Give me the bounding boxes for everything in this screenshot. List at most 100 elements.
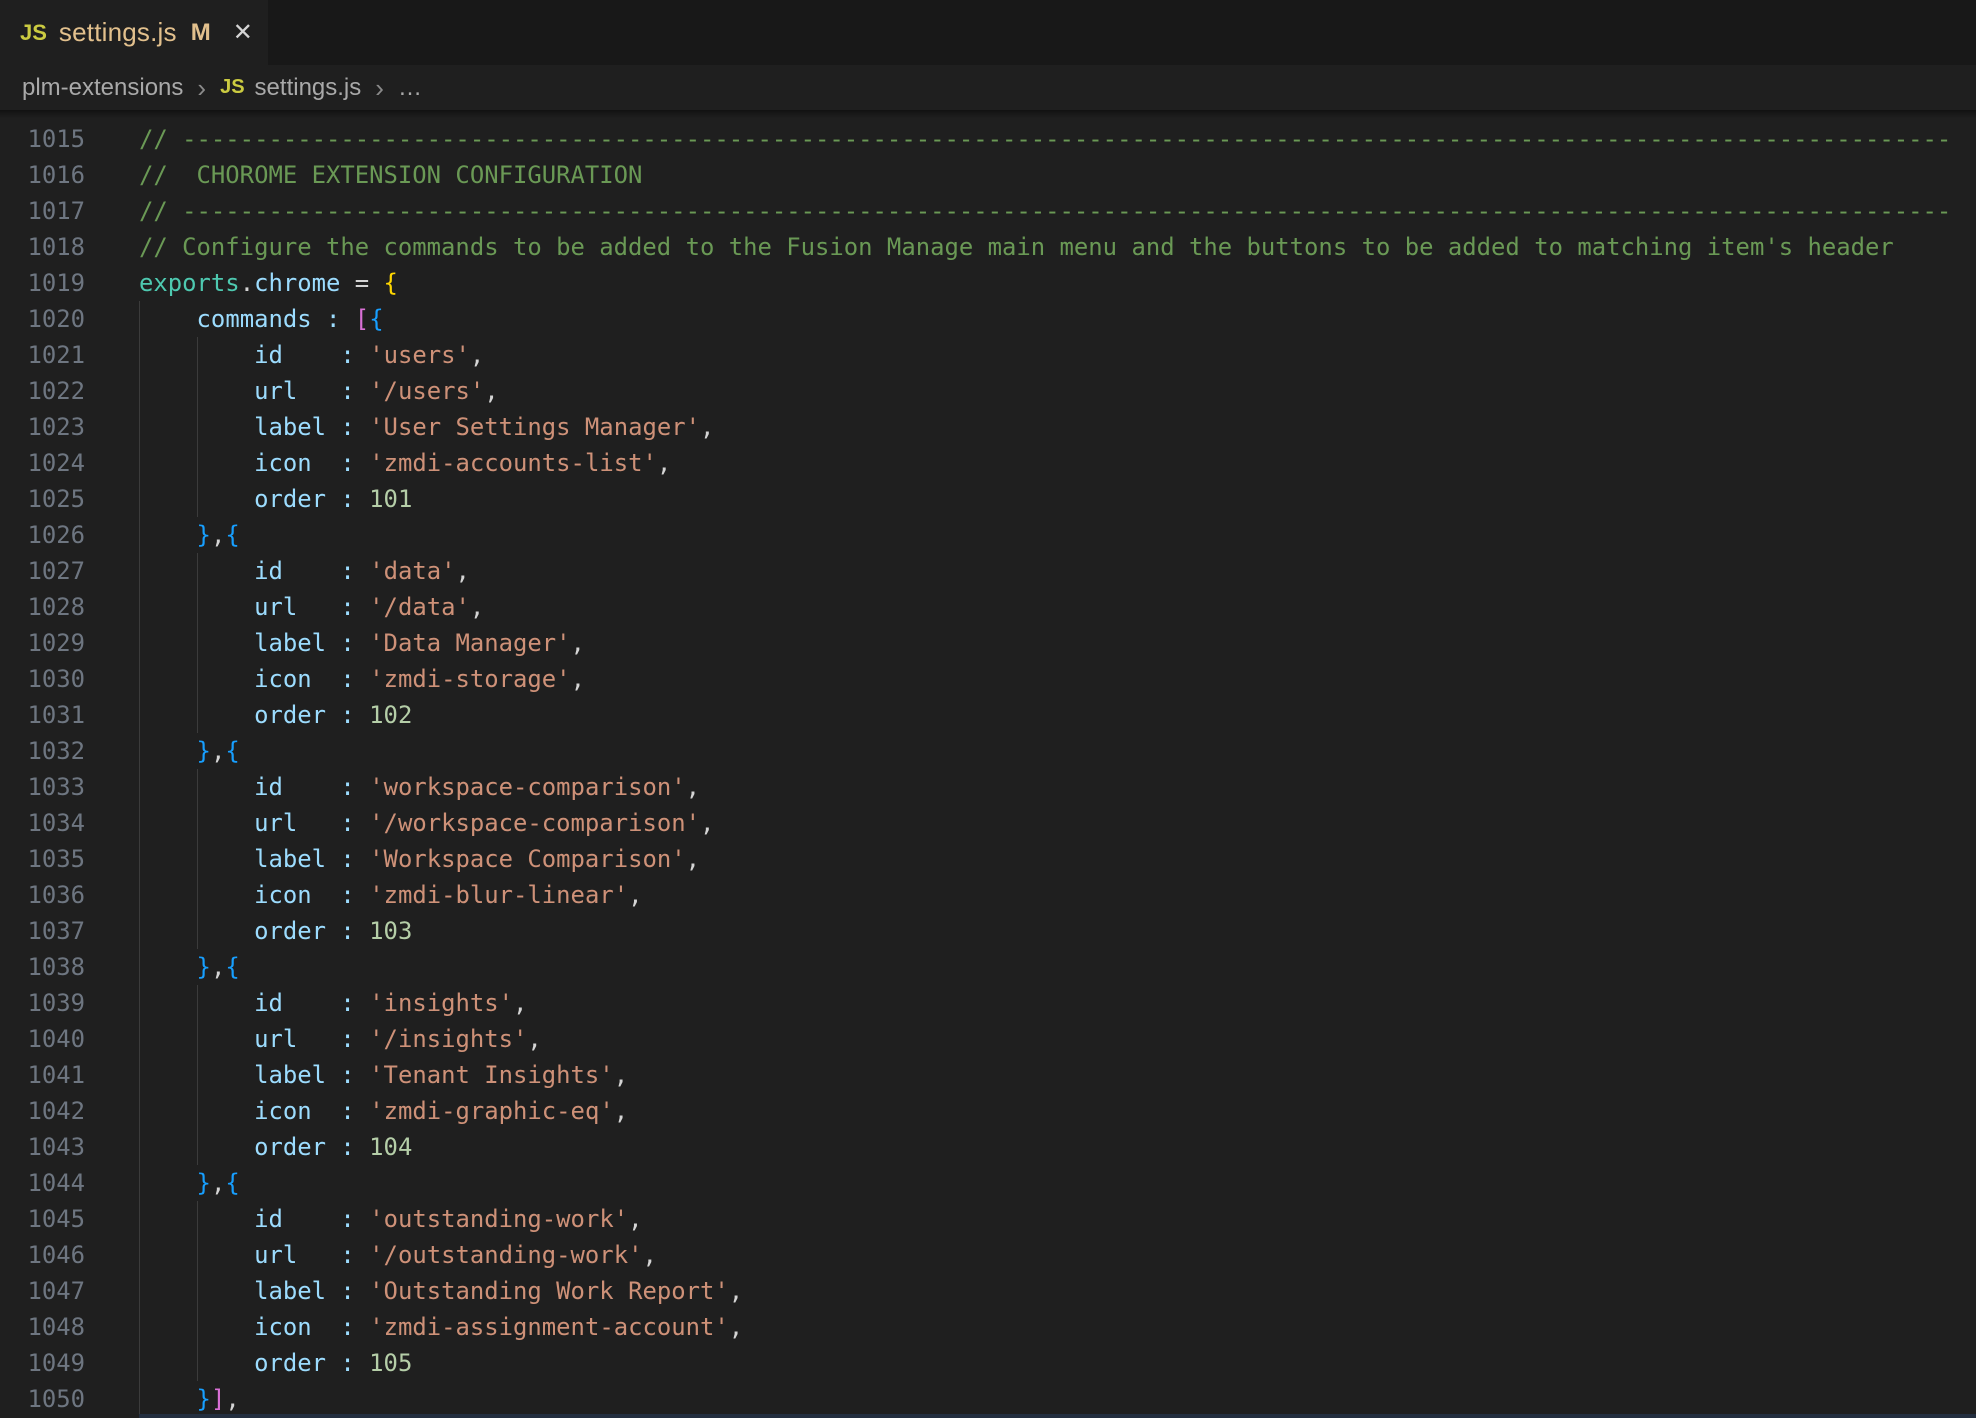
selection-highlight <box>139 1414 1976 1418</box>
code-line[interactable]: 1048 icon : 'zmdi-assignment-account', <box>0 1309 1976 1345</box>
indent-guide <box>197 445 198 481</box>
line-number: 1028 <box>0 589 85 625</box>
code-line[interactable]: 1044 },{ <box>0 1165 1976 1201</box>
code-line[interactable]: 1050 }], <box>0 1381 1976 1417</box>
line-number: 1044 <box>0 1165 85 1201</box>
code-text: id : 'insights', <box>85 985 527 1021</box>
code-text: icon : 'zmdi-graphic-eq', <box>85 1093 628 1129</box>
indent-guide <box>139 409 140 445</box>
code-line[interactable]: 1043 order : 104 <box>0 1129 1976 1165</box>
indent-guide <box>197 1057 198 1093</box>
code-line[interactable]: 1018// Configure the commands to be adde… <box>0 229 1976 265</box>
code-text: url : '/outstanding-work', <box>85 1237 657 1273</box>
code-line[interactable]: 1023 label : 'User Settings Manager', <box>0 409 1976 445</box>
code-line[interactable]: 1032 },{ <box>0 733 1976 769</box>
code-line[interactable]: 1045 id : 'outstanding-work', <box>0 1201 1976 1237</box>
line-number: 1030 <box>0 661 85 697</box>
code-line[interactable]: 1017// ---------------------------------… <box>0 193 1976 229</box>
tab-filename: settings.js <box>59 17 177 48</box>
indent-guide <box>197 1237 198 1273</box>
code-line[interactable]: 1031 order : 102 <box>0 697 1976 733</box>
code-text: order : 104 <box>85 1129 412 1165</box>
indent-guide <box>197 877 198 913</box>
modified-badge: M <box>191 19 211 47</box>
code-text: exports.chrome = { <box>85 265 398 301</box>
close-icon[interactable]: ✕ <box>233 21 253 45</box>
line-number: 1025 <box>0 481 85 517</box>
breadcrumb-folder[interactable]: plm-extensions <box>22 74 183 102</box>
code-line[interactable]: 1019exports.chrome = { <box>0 265 1976 301</box>
line-number: 1050 <box>0 1381 85 1417</box>
code-lines: 1015// ---------------------------------… <box>0 121 1976 1417</box>
indent-guide <box>139 625 140 661</box>
code-line[interactable]: 1028 url : '/data', <box>0 589 1976 625</box>
line-number: 1038 <box>0 949 85 985</box>
code-line[interactable]: 1022 url : '/users', <box>0 373 1976 409</box>
indent-guide <box>139 1021 140 1057</box>
indent-guide <box>139 805 140 841</box>
code-text: label : 'Outstanding Work Report', <box>85 1273 743 1309</box>
line-number: 1041 <box>0 1057 85 1093</box>
indent-guide <box>197 1273 198 1309</box>
code-line[interactable]: 1039 id : 'insights', <box>0 985 1976 1021</box>
line-number: 1026 <box>0 517 85 553</box>
code-line[interactable]: 1021 id : 'users', <box>0 337 1976 373</box>
code-text: // CHOROME EXTENSION CONFIGURATION <box>85 157 642 193</box>
line-number: 1036 <box>0 877 85 913</box>
code-line[interactable]: 1029 label : 'Data Manager', <box>0 625 1976 661</box>
line-number: 1033 <box>0 769 85 805</box>
line-number: 1031 <box>0 697 85 733</box>
code-line[interactable]: 1025 order : 101 <box>0 481 1976 517</box>
code-text: },{ <box>85 517 240 553</box>
tab-settings-js[interactable]: JS settings.js M ✕ <box>0 0 268 65</box>
tab-bar: JS settings.js M ✕ <box>0 0 1976 65</box>
code-line[interactable]: 1035 label : 'Workspace Comparison', <box>0 841 1976 877</box>
code-line[interactable]: 1015// ---------------------------------… <box>0 121 1976 157</box>
line-number: 1048 <box>0 1309 85 1345</box>
indent-guide <box>139 1381 140 1417</box>
indent-guide <box>197 337 198 373</box>
code-line[interactable]: 1026 },{ <box>0 517 1976 553</box>
code-editor[interactable]: 1015// ---------------------------------… <box>0 118 1976 1418</box>
code-text: icon : 'zmdi-accounts-list', <box>85 445 671 481</box>
code-line[interactable]: 1020 commands : [{ <box>0 301 1976 337</box>
code-line[interactable]: 1041 label : 'Tenant Insights', <box>0 1057 1976 1093</box>
indent-guide <box>139 445 140 481</box>
indent-guide <box>139 481 140 517</box>
code-line[interactable]: 1037 order : 103 <box>0 913 1976 949</box>
code-text: label : 'Data Manager', <box>85 625 585 661</box>
indent-guide <box>139 1201 140 1237</box>
code-line[interactable]: 1038 },{ <box>0 949 1976 985</box>
indent-guide <box>139 1057 140 1093</box>
code-line[interactable]: 1027 id : 'data', <box>0 553 1976 589</box>
code-line[interactable]: 1040 url : '/insights', <box>0 1021 1976 1057</box>
code-line[interactable]: 1030 icon : 'zmdi-storage', <box>0 661 1976 697</box>
indent-guide <box>139 373 140 409</box>
line-number: 1049 <box>0 1345 85 1381</box>
indent-guide <box>197 1345 198 1381</box>
code-line[interactable]: 1034 url : '/workspace-comparison', <box>0 805 1976 841</box>
indent-guide <box>197 1093 198 1129</box>
code-line[interactable]: 1016// CHOROME EXTENSION CONFIGURATION <box>0 157 1976 193</box>
indent-guide <box>139 949 140 985</box>
code-text: // -------------------------------------… <box>85 121 1951 157</box>
breadcrumb-file[interactable]: settings.js <box>255 74 362 102</box>
code-line[interactable]: 1036 icon : 'zmdi-blur-linear', <box>0 877 1976 913</box>
indent-guide <box>197 697 198 733</box>
code-line[interactable]: 1046 url : '/outstanding-work', <box>0 1237 1976 1273</box>
breadcrumb-symbol-ellipsis[interactable]: … <box>398 74 422 102</box>
chevron-right-icon: › <box>375 75 384 101</box>
code-line[interactable]: 1049 order : 105 <box>0 1345 1976 1381</box>
code-line[interactable]: 1024 icon : 'zmdi-accounts-list', <box>0 445 1976 481</box>
line-number: 1035 <box>0 841 85 877</box>
code-line[interactable]: 1033 id : 'workspace-comparison', <box>0 769 1976 805</box>
code-line[interactable]: 1047 label : 'Outstanding Work Report', <box>0 1273 1976 1309</box>
code-line[interactable]: 1042 icon : 'zmdi-graphic-eq', <box>0 1093 1976 1129</box>
indent-guide <box>197 409 198 445</box>
code-text: id : 'outstanding-work', <box>85 1201 642 1237</box>
chevron-right-icon: › <box>197 75 206 101</box>
code-text: label : 'Workspace Comparison', <box>85 841 700 877</box>
indent-guide <box>139 1237 140 1273</box>
indent-guide <box>139 1345 140 1381</box>
indent-guide <box>197 805 198 841</box>
